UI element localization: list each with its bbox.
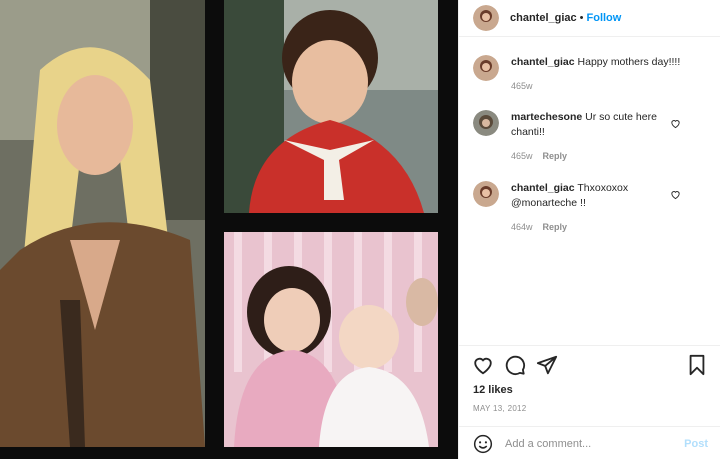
post-actions: 12 likes MAY 13, 2012 bbox=[459, 345, 720, 426]
add-comment-row: Post bbox=[459, 426, 720, 460]
avatar[interactable] bbox=[473, 5, 499, 31]
avatar[interactable] bbox=[473, 110, 499, 136]
separator-dot: • bbox=[579, 12, 584, 24]
add-comment-input[interactable] bbox=[503, 436, 677, 451]
photo-two-children bbox=[224, 232, 438, 447]
like-comment-heart-icon[interactable] bbox=[670, 189, 681, 200]
follow-button[interactable]: Follow bbox=[587, 12, 622, 24]
comment-item: chantel_giac Happy mothers day!!!! 465w bbox=[473, 55, 681, 94]
photo-woman bbox=[0, 0, 205, 447]
photo-boy-sailor bbox=[224, 0, 438, 213]
post-comment-button[interactable]: Post bbox=[684, 438, 708, 450]
post-side-panel: chantel_giac • Follow chantel_giac Happy… bbox=[458, 0, 720, 459]
comment-time[interactable]: 464w bbox=[511, 222, 533, 232]
post-date: MAY 13, 2012 bbox=[473, 404, 527, 413]
comment-username[interactable]: martecheso​ne bbox=[511, 111, 582, 123]
share-send-icon[interactable] bbox=[536, 354, 558, 376]
like-comment-heart-icon[interactable] bbox=[670, 118, 681, 129]
comment-item: martecheso​ne Ur so cute here chanti!! 4… bbox=[473, 110, 681, 164]
like-heart-icon[interactable] bbox=[472, 354, 494, 376]
comment-username[interactable]: chantel_giac bbox=[511, 56, 575, 68]
avatar[interactable] bbox=[473, 55, 499, 81]
bookmark-icon[interactable] bbox=[686, 354, 708, 376]
header-username[interactable]: chantel_giac bbox=[510, 12, 577, 24]
instagram-post-view: chantel_giac • Follow chantel_giac Happy… bbox=[0, 0, 720, 459]
comment-time[interactable]: 465w bbox=[511, 81, 533, 91]
avatar[interactable] bbox=[473, 181, 499, 207]
comment-item: chantel_giac Thxoxoxox @monarteche !! 46… bbox=[473, 181, 681, 235]
comment-time[interactable]: 465w bbox=[511, 151, 533, 161]
post-image-collage[interactable] bbox=[0, 0, 458, 459]
comment-bubble-icon[interactable] bbox=[504, 354, 526, 376]
comment-username[interactable]: chantel_giac bbox=[511, 182, 575, 194]
comment-text: Happy mothers day!!!! bbox=[577, 56, 681, 68]
reply-button[interactable]: Reply bbox=[543, 151, 568, 161]
reply-button[interactable]: Reply bbox=[543, 222, 568, 232]
likes-count[interactable]: 12 likes bbox=[473, 384, 513, 396]
emoji-icon[interactable] bbox=[473, 434, 493, 454]
post-header: chantel_giac • Follow bbox=[459, 0, 720, 37]
